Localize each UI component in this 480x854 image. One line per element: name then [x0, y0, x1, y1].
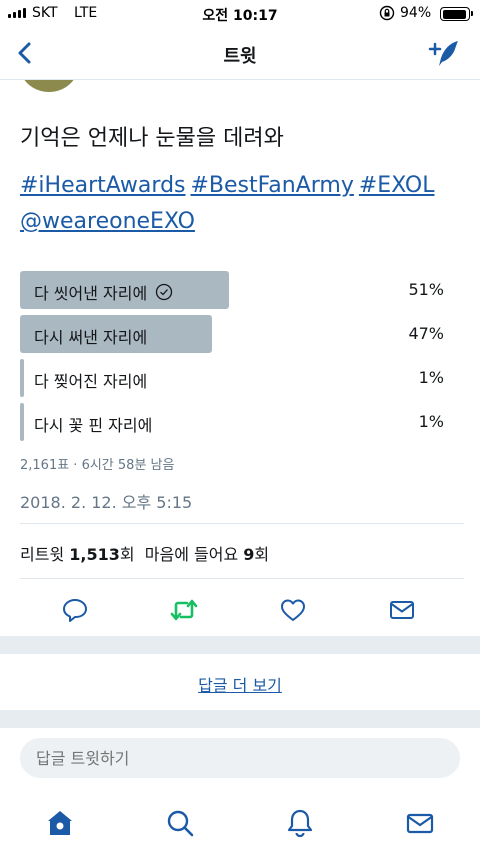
poll-option-label: 다시 꽃 핀 자리에	[34, 416, 153, 435]
page-title: 트윗	[223, 46, 257, 67]
section-separator	[0, 636, 480, 654]
divider	[20, 578, 464, 579]
hashtag-link[interactable]: #EXOL	[359, 173, 435, 198]
like-unit: 회	[254, 545, 270, 564]
tweet-timestamp: 2018. 2. 12. 오후 5:15	[20, 493, 193, 512]
section-separator	[0, 710, 480, 728]
battery-level	[442, 9, 466, 19]
nav-bar: 트윗	[0, 28, 480, 80]
divider	[20, 523, 464, 524]
poll-bar	[20, 359, 24, 397]
retweet-unit: 회	[119, 545, 135, 564]
retweet-label: 리트윗	[20, 545, 65, 564]
mail-icon[interactable]	[388, 596, 416, 624]
poll-option: 다시 써낸 자리에 47%	[20, 315, 460, 353]
more-replies-link[interactable]: 답글 더 보기	[198, 676, 282, 695]
checkmark-circle-icon	[156, 283, 173, 301]
more-replies-row: 답글 더 보기	[0, 654, 480, 710]
like-count[interactable]: 9	[243, 545, 254, 564]
messages-icon[interactable]	[405, 808, 435, 838]
poll-bar	[20, 403, 24, 441]
poll-meta: 2,161표 · 6시간 58분 남음	[20, 458, 175, 473]
reply-input[interactable]	[20, 738, 460, 778]
retweet-icon[interactable]	[170, 596, 198, 624]
search-icon[interactable]	[165, 808, 195, 838]
poll-option: 다시 꽃 핀 자리에 1%	[20, 403, 460, 441]
poll-option-label: 다 씻어낸 자리에	[34, 284, 148, 303]
home-icon[interactable]	[45, 808, 75, 838]
rotation-lock-icon	[379, 5, 395, 21]
tab-bar	[0, 800, 480, 854]
status-bar: SKT LTE 오전 10:17 94%	[0, 0, 480, 28]
poll-option-label: 다 찢어진 자리에	[34, 372, 148, 391]
battery-icon	[440, 7, 473, 21]
poll-option-percent: 1%	[418, 412, 444, 431]
poll-option-percent: 51%	[408, 280, 444, 299]
reply-icon[interactable]	[61, 596, 89, 624]
mention-link[interactable]: @weareoneEXO	[20, 209, 195, 234]
hashtag-link[interactable]: #iHeartAwards	[20, 173, 186, 198]
heart-icon[interactable]	[279, 596, 307, 624]
tweet-entities: #iHeartAwards #BestFanArmy #EXOL @weareone…	[20, 168, 460, 240]
notifications-icon[interactable]	[285, 808, 315, 838]
hashtag-link[interactable]: #BestFanArmy	[191, 173, 354, 198]
poll-option-label: 다시 써낸 자리에	[34, 328, 148, 347]
retweet-count[interactable]: 1,513	[69, 545, 120, 564]
battery-percent: 94%	[400, 5, 432, 21]
tweet-text: 기억은 언제나 눈물을 데려와	[20, 126, 284, 151]
tweet-actions	[0, 594, 480, 624]
poll-option: 다 찢어진 자리에 1%	[20, 359, 460, 397]
reply-bar	[0, 735, 480, 778]
compose-tweet-icon[interactable]	[428, 38, 462, 70]
poll-option-percent: 1%	[418, 368, 444, 387]
poll: 다 씻어낸 자리에 51% 다시 써낸 자리에 47% 다 찢어진 자리에 1%	[20, 271, 460, 447]
poll-option: 다 씻어낸 자리에 51%	[20, 271, 460, 309]
poll-option-percent: 47%	[408, 324, 444, 343]
tweet-stats: 리트윗 1,513회 마음에 들어요 9회	[20, 541, 269, 565]
like-label: 마음에 들어요	[144, 545, 239, 564]
